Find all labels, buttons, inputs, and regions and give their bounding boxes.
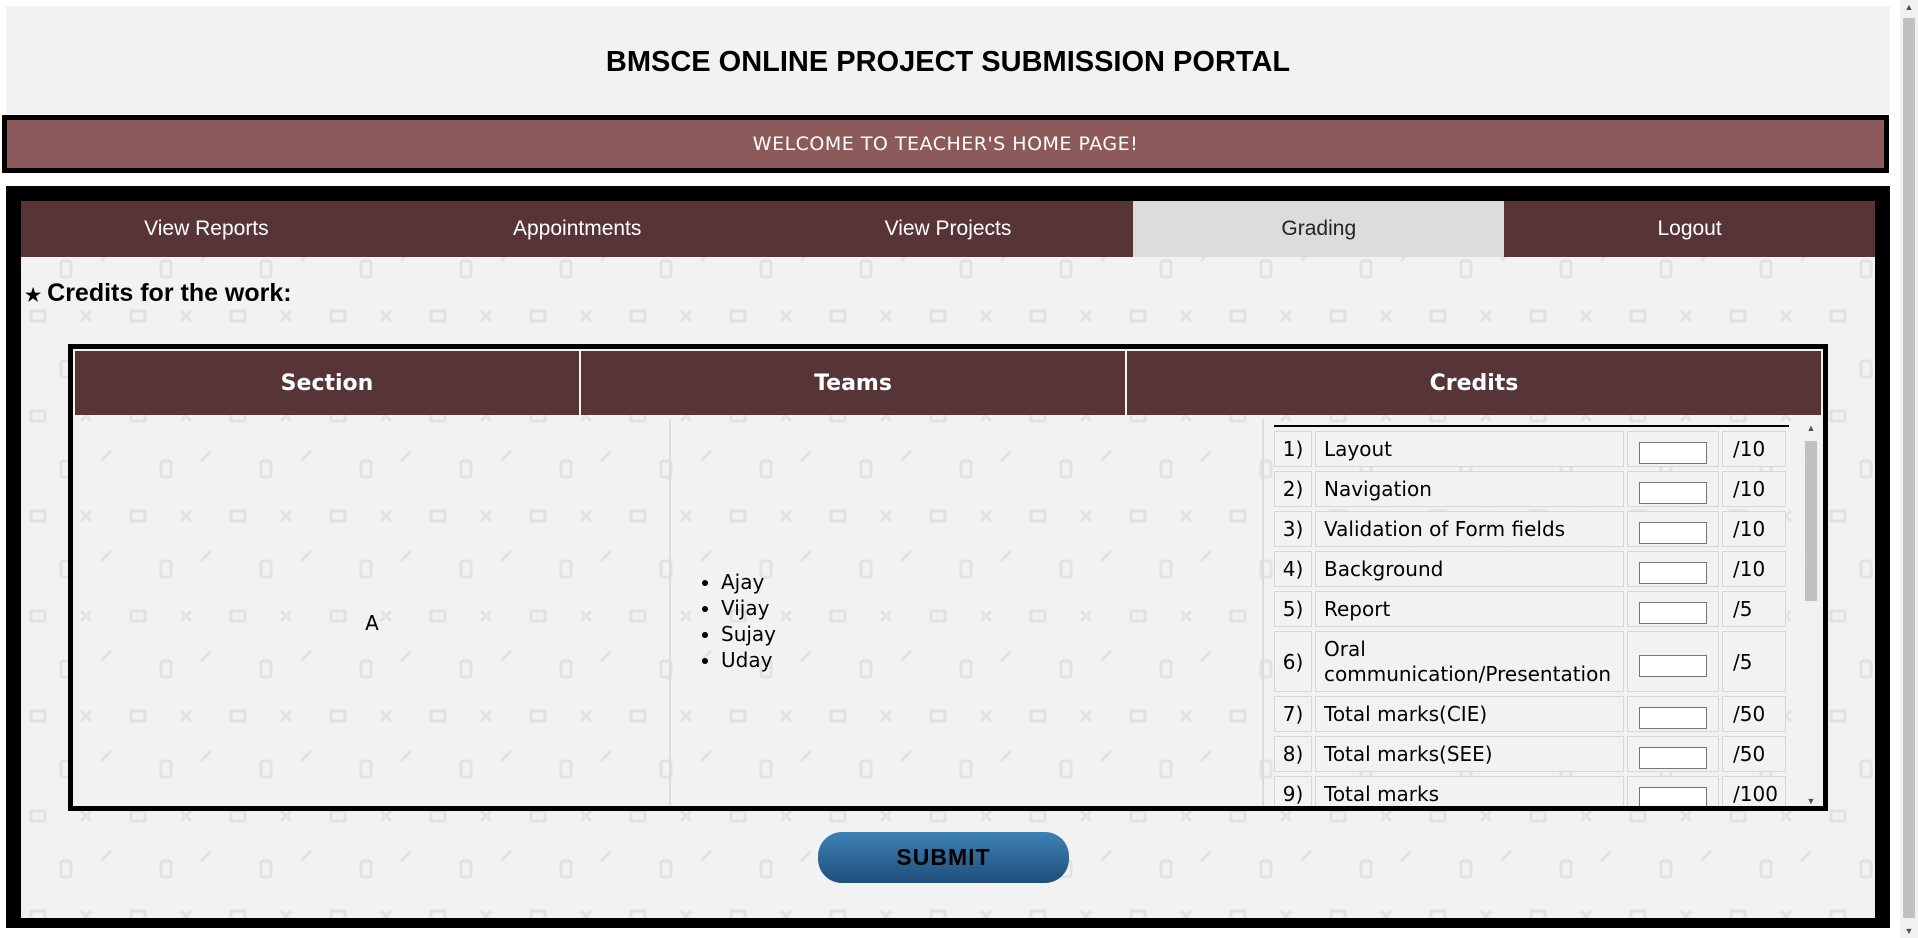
credit-max: /10 [1722, 431, 1786, 467]
credit-label: Report [1315, 591, 1624, 627]
credits-list: 1) Layout /10 2) Navigation /10 3) Valid… [1274, 425, 1789, 806]
credit-max: /10 [1722, 471, 1786, 507]
credit-number: 5) [1274, 591, 1312, 627]
credit-row: 8) Total marks(SEE) /50 [1274, 736, 1789, 772]
credit-input-cell [1627, 551, 1719, 587]
page-scrollbar[interactable]: ▲ ▼ [1900, 0, 1918, 938]
credit-max: /50 [1722, 696, 1786, 732]
nav-appointments[interactable]: Appointments [392, 201, 763, 257]
credits-heading: ★ Credits for the work: [25, 279, 292, 308]
credit-number: 8) [1274, 736, 1312, 772]
welcome-banner: WELCOME TO TEACHER'S HOME PAGE! [2, 115, 1889, 173]
credit-number: 3) [1274, 511, 1312, 547]
header-section: Section [75, 351, 581, 415]
nav-logout[interactable]: Logout [1504, 201, 1875, 257]
credits-cell: 1) Layout /10 2) Navigation /10 3) Valid… [1264, 419, 1821, 806]
credit-input-report[interactable] [1639, 602, 1707, 624]
credit-label: Total marks [1315, 776, 1624, 806]
table-body: A Ajay Vijay Sujay Uday 1) Layout [75, 419, 1821, 806]
credit-row: 9) Total marks /100 [1274, 776, 1789, 806]
page-scroll-up-icon[interactable]: ▲ [1900, 2, 1918, 12]
credit-number: 9) [1274, 776, 1312, 806]
credit-number: 1) [1274, 431, 1312, 467]
teams-list: Ajay Vijay Sujay Uday [691, 569, 776, 673]
credit-input-cell [1627, 511, 1719, 547]
credit-number: 2) [1274, 471, 1312, 507]
page-title: BMSCE ONLINE PROJECT SUBMISSION PORTAL [605, 46, 1291, 78]
credit-row: 4) Background /10 [1274, 551, 1789, 587]
credit-input-background[interactable] [1639, 562, 1707, 584]
section-cell: A [75, 419, 671, 806]
credit-max: /100 [1722, 776, 1786, 806]
credit-row: 7) Total marks(CIE) /50 [1274, 696, 1789, 732]
credit-input-cell [1627, 591, 1719, 627]
credit-label: Total marks(SEE) [1315, 736, 1624, 772]
main-content: View Reports Appointments View Projects … [21, 201, 1875, 918]
credit-max: /5 [1722, 631, 1786, 692]
credit-row: 6) Oral communication/Presentation /5 [1274, 631, 1789, 692]
credit-input-cell [1627, 736, 1719, 772]
team-member: Sujay [721, 621, 776, 647]
teams-cell: Ajay Vijay Sujay Uday [671, 419, 1264, 806]
credit-label: Oral communication/Presentation [1315, 631, 1624, 692]
credit-row: 5) Report /5 [1274, 591, 1789, 627]
star-icon: ★ [25, 285, 42, 305]
credit-label: Layout [1315, 431, 1624, 467]
credit-input-presentation[interactable] [1639, 654, 1707, 677]
credit-label: Background [1315, 551, 1624, 587]
credit-number: 4) [1274, 551, 1312, 587]
credit-number: 6) [1274, 631, 1312, 692]
page-scroll-down-icon[interactable]: ▼ [1900, 926, 1918, 936]
credit-input-cell [1627, 471, 1719, 507]
credit-max: /5 [1722, 591, 1786, 627]
section-value: A [365, 611, 379, 635]
submit-button[interactable]: SUBMIT [818, 832, 1069, 883]
credit-input-see[interactable] [1639, 747, 1707, 769]
page-scroll-thumb[interactable] [1903, 18, 1915, 918]
header-teams: Teams [581, 351, 1127, 415]
credit-input-cell [1627, 431, 1719, 467]
credits-heading-text: Credits for the work: [47, 279, 292, 307]
credit-label: Navigation [1315, 471, 1624, 507]
credit-input-cie[interactable] [1639, 707, 1707, 729]
credit-row: 2) Navigation /10 [1274, 471, 1789, 507]
credit-number: 7) [1274, 696, 1312, 732]
credits-scrollbar[interactable]: ▲ ▼ [1801, 423, 1821, 806]
credit-input-navigation[interactable] [1639, 482, 1707, 504]
credit-input-cell [1627, 776, 1719, 806]
credit-input-layout[interactable] [1639, 442, 1707, 464]
scroll-up-icon[interactable]: ▲ [1801, 423, 1821, 433]
table-header: Section Teams Credits [75, 351, 1821, 415]
scroll-down-icon[interactable]: ▼ [1801, 796, 1821, 806]
credit-max: /10 [1722, 551, 1786, 587]
team-member: Uday [721, 647, 776, 673]
main-frame: View Reports Appointments View Projects … [6, 186, 1890, 928]
page-header: BMSCE ONLINE PROJECT SUBMISSION PORTAL [6, 6, 1890, 114]
credit-max: /50 [1722, 736, 1786, 772]
credit-input-cell [1627, 696, 1719, 732]
nav-view-reports[interactable]: View Reports [21, 201, 392, 257]
nav-bar: View Reports Appointments View Projects … [21, 201, 1875, 257]
credit-row: 1) Layout /10 [1274, 431, 1789, 467]
team-member: Vijay [721, 595, 776, 621]
scroll-thumb[interactable] [1805, 441, 1817, 601]
header-credits: Credits [1429, 370, 1519, 396]
credit-input-validation[interactable] [1639, 522, 1707, 544]
team-member: Ajay [721, 569, 776, 595]
credit-label: Validation of Form fields [1315, 511, 1624, 547]
credit-input-total[interactable] [1639, 787, 1707, 806]
credit-input-cell [1627, 631, 1719, 692]
nav-view-projects[interactable]: View Projects [763, 201, 1134, 257]
grading-table: Section Teams Credits A Ajay Vijay Sujay… [68, 344, 1828, 811]
credit-max: /10 [1722, 511, 1786, 547]
credit-label: Total marks(CIE) [1315, 696, 1624, 732]
credit-row: 3) Validation of Form fields /10 [1274, 511, 1789, 547]
welcome-text: WELCOME TO TEACHER'S HOME PAGE! [752, 133, 1139, 155]
nav-grading[interactable]: Grading [1133, 201, 1505, 257]
